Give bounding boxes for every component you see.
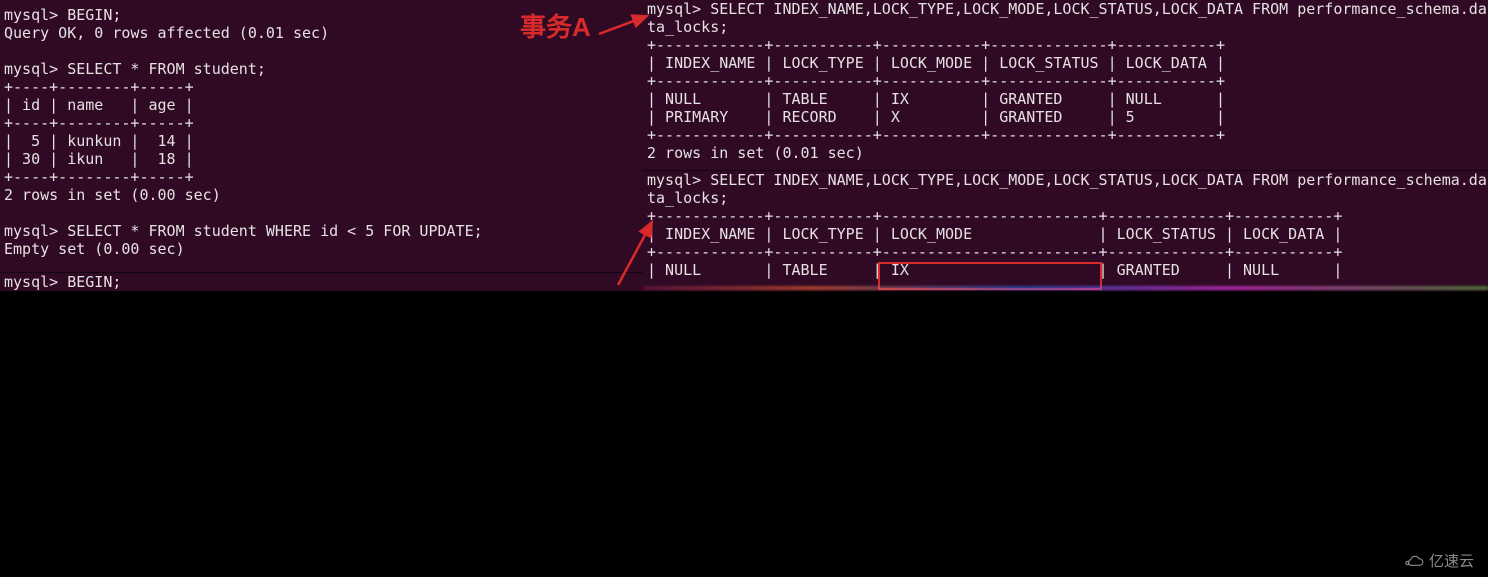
terminal-left-bottom-text: mysql> BEGIN; [4,273,121,291]
watermark-text: 亿速云 [1429,553,1474,571]
terminal-left[interactable]: mysql> BEGIN; Query OK, 0 rows affected … [0,0,651,278]
terminal-right-top[interactable]: mysql> SELECT INDEX_NAME,LOCK_TYPE,LOCK_… [643,0,1488,170]
render-artifact [643,286,1488,290]
watermark: 亿速云 [1403,553,1474,571]
terminal-left-bottom[interactable]: mysql> BEGIN; [0,272,651,291]
terminal-right-bottom[interactable]: mysql> SELECT INDEX_NAME,LOCK_TYPE,LOCK_… [643,170,1488,291]
cloud-icon [1403,555,1425,569]
terminal-left-text: mysql> BEGIN; Query OK, 0 rows affected … [4,6,483,258]
